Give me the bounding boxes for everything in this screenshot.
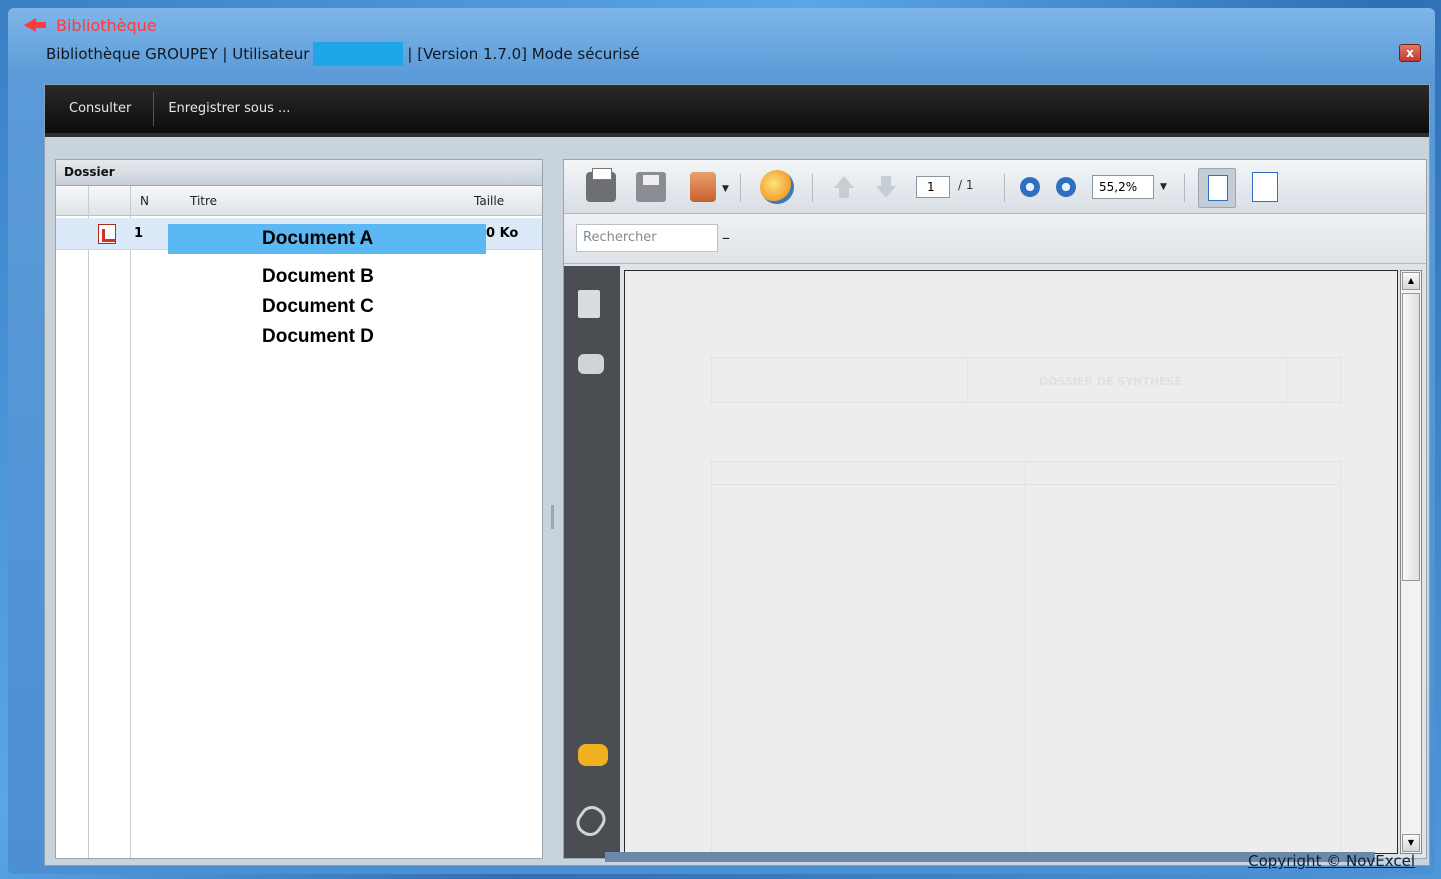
faded-table-header — [711, 461, 1341, 485]
col-taille[interactable]: Taille — [474, 194, 504, 208]
fit-page-icon[interactable] — [1252, 172, 1278, 202]
previous-page-icon[interactable] — [832, 176, 856, 200]
pages-icon[interactable] — [578, 290, 600, 318]
window-subtitle: Bibliothèque GROUPEY | Utilisateur | [Ve… — [46, 42, 640, 66]
paperclip-icon[interactable] — [571, 801, 611, 841]
app-window: Bibliothèque Bibliothèque GROUPEY | Util… — [8, 8, 1435, 874]
column-header: N Titre Taille — [56, 186, 542, 216]
row-number: 1 — [134, 226, 144, 241]
toolbar-separator — [1004, 174, 1005, 202]
grid-line — [88, 186, 89, 858]
scroll-up-icon[interactable]: ▲ — [1402, 272, 1420, 290]
toolbar-separator — [812, 174, 813, 202]
subtitle-suffix: | [Version 1.7.0] Mode sécurisé — [407, 45, 640, 63]
faded-table-column — [711, 461, 1026, 853]
close-button[interactable]: x — [1399, 44, 1421, 62]
comments-icon[interactable] — [578, 744, 608, 766]
document-c[interactable]: Document C — [262, 296, 374, 318]
save-icon[interactable] — [636, 172, 666, 202]
subtitle-prefix: Bibliothèque GROUPEY | Utilisateur — [46, 45, 310, 63]
search-input[interactable]: Rechercher — [576, 224, 718, 252]
copyright-link[interactable]: Copyright © NovExcel — [1248, 852, 1415, 870]
back-arrow-icon[interactable] — [24, 15, 48, 35]
username-mask — [313, 42, 404, 66]
viewer-toolbar: ▼ 1 / 1 55,2% ▼ — [564, 160, 1426, 214]
row-size: 0 Ko — [486, 226, 519, 241]
next-page-icon[interactable] — [874, 176, 898, 200]
col-titre[interactable]: Titre — [190, 194, 217, 208]
pdf-page-view[interactable]: DOSSIER DE SYNTHESE — [624, 270, 1398, 854]
dossier-panel: Dossier N Titre Taille 1 0 Ko Document A… — [55, 159, 543, 859]
binoculars-icon[interactable] — [578, 354, 604, 374]
pdf-viewer-panel: ▼ 1 / 1 55,2% ▼ Rechercher – DOSSIER DE … — [563, 159, 1427, 859]
app-title: Bibliothèque — [56, 15, 157, 35]
toolbar-separator — [1184, 174, 1185, 202]
dossier-title: Dossier — [56, 160, 542, 186]
export-dropdown-icon[interactable]: ▼ — [722, 184, 729, 194]
document-a[interactable]: Document A — [262, 228, 373, 250]
menu-bar: Consulter Enregistrer sous ... — [45, 85, 1429, 137]
zoom-in-icon[interactable] — [1056, 177, 1076, 197]
menu-enregistrer-sous[interactable]: Enregistrer sous ... — [154, 92, 312, 126]
toolbar-separator — [740, 174, 741, 202]
document-b[interactable]: Document B — [262, 266, 374, 288]
web-icon[interactable] — [760, 170, 794, 204]
page-total: / 1 — [958, 178, 974, 192]
faded-document-title: DOSSIER DE SYNTHESE — [1039, 375, 1182, 388]
scroll-thumb[interactable] — [1402, 293, 1420, 581]
search-options[interactable]: – — [722, 228, 730, 247]
col-n[interactable]: N — [140, 194, 149, 208]
document-d[interactable]: Document D — [262, 326, 374, 348]
print-icon[interactable] — [586, 168, 616, 202]
pdf-file-icon — [98, 224, 116, 244]
menu-consulter[interactable]: Consulter — [55, 92, 155, 126]
vertical-scrollbar[interactable]: ▲ ▼ — [1400, 270, 1422, 854]
zoom-level-select[interactable]: 55,2% — [1092, 175, 1154, 199]
zoom-dropdown-icon[interactable]: ▼ — [1160, 182, 1167, 192]
main-area: Consulter Enregistrer sous ... Dossier N… — [44, 84, 1430, 866]
viewer-sidebar — [564, 266, 620, 858]
fit-width-icon[interactable] — [1198, 168, 1236, 208]
zoom-out-icon[interactable] — [1020, 177, 1040, 197]
scroll-down-icon[interactable]: ▼ — [1402, 834, 1420, 852]
search-bar: Rechercher – — [564, 214, 1426, 264]
page-number-input[interactable]: 1 — [916, 176, 950, 198]
app-title-bar: Bibliothèque — [24, 12, 157, 38]
panel-splitter[interactable] — [551, 505, 554, 529]
export-icon[interactable] — [690, 172, 716, 202]
grid-line — [130, 186, 131, 858]
